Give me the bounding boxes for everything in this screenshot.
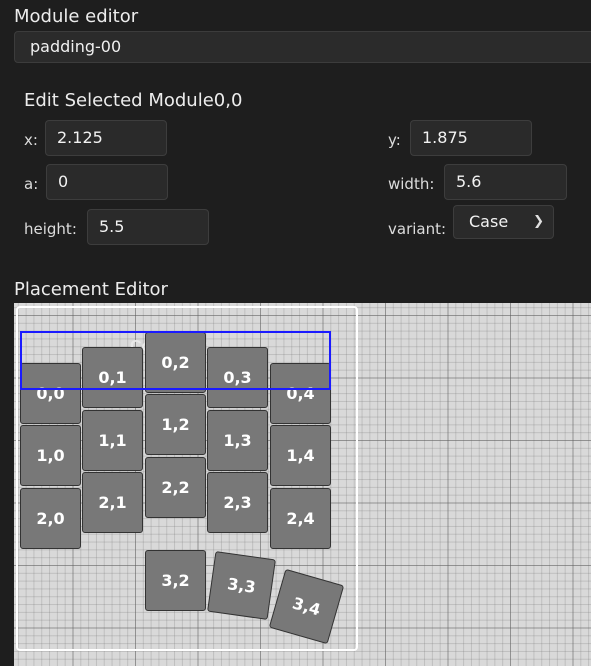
key-2-0[interactable]: 2,0	[20, 488, 81, 549]
y-input[interactable]: 1.875	[410, 120, 532, 156]
key-2-3[interactable]: 2,3	[207, 472, 268, 533]
key-0-4[interactable]: 0,4	[270, 363, 331, 424]
variant-value: Case	[469, 212, 509, 231]
key-1-1[interactable]: 1,1	[82, 410, 143, 471]
key-1-4[interactable]: 1,4	[270, 425, 331, 486]
x-label: x:	[24, 131, 38, 149]
width-input[interactable]: 5.6	[444, 164, 567, 200]
variant-label: variant:	[388, 220, 447, 238]
key-1-0[interactable]: 1,0	[20, 425, 81, 486]
key-2-1[interactable]: 2,1	[82, 472, 143, 533]
y-label: y:	[388, 131, 401, 149]
key-1-3[interactable]: 1,3	[207, 410, 268, 471]
placement-canvas[interactable]: Controller 0,0 0,1 0,2 0,3 0,4 1,0 1,1 1…	[14, 303, 591, 666]
key-3-2[interactable]: 3,2	[145, 550, 206, 611]
key-0-2[interactable]: 0,2	[145, 332, 206, 393]
key-1-2[interactable]: 1,2	[145, 394, 206, 455]
key-0-3[interactable]: 0,3	[207, 347, 268, 408]
variant-select[interactable]: Case ❯	[453, 205, 554, 239]
module-name-field[interactable]: padding-00	[14, 31, 591, 63]
x-input[interactable]: 2.125	[45, 120, 167, 156]
edit-module-title: Edit Selected Module0,0	[24, 90, 243, 111]
height-input[interactable]: 5.5	[87, 209, 209, 245]
placement-editor-title: Placement Editor	[14, 279, 168, 300]
width-label: width:	[388, 175, 435, 193]
chevron-down-icon: ❯	[533, 214, 544, 229]
height-label: height:	[24, 220, 77, 238]
key-0-0[interactable]: 0,0	[20, 363, 81, 424]
key-2-2[interactable]: 2,2	[145, 457, 206, 518]
key-3-3[interactable]: 3,3	[207, 551, 276, 620]
key-2-4[interactable]: 2,4	[270, 488, 331, 549]
a-input[interactable]: 0	[46, 164, 168, 200]
module-editor-title: Module editor	[14, 6, 139, 27]
key-0-1[interactable]: 0,1	[82, 347, 143, 408]
a-label: a:	[24, 175, 39, 193]
